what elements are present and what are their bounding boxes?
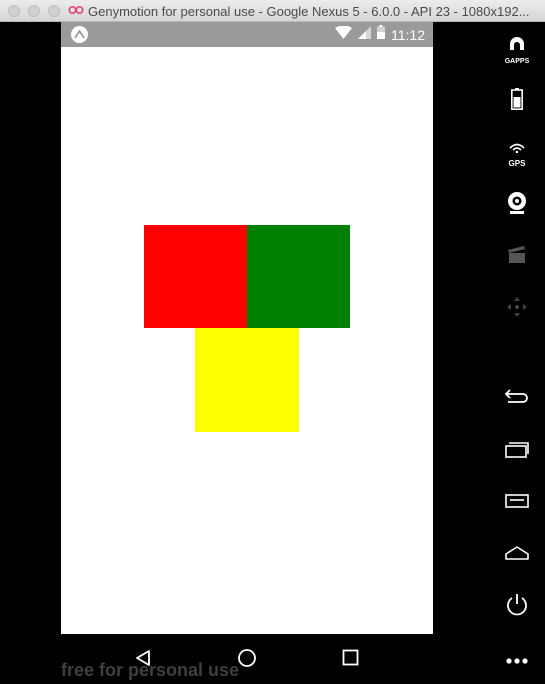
status-time: 11:12 (391, 26, 425, 43)
genymotion-toolbar: GAPPS GPS (433, 22, 545, 684)
home-icon (504, 544, 530, 567)
gps-label: GPS (508, 159, 526, 168)
gps-button[interactable]: GPS (497, 140, 537, 168)
window-titlebar: Genymotion for personal use - Google Nex… (0, 0, 545, 22)
wifi-icon (335, 25, 352, 44)
green-box (247, 225, 350, 328)
device-menu-button[interactable] (497, 492, 537, 515)
home-icon (237, 648, 257, 673)
watermark-text: free for personal use (61, 660, 240, 680)
genymotion-logo-icon (68, 2, 84, 20)
minimize-window-button[interactable] (28, 5, 40, 17)
battery-button[interactable] (497, 88, 537, 115)
nav-recents-button[interactable] (338, 648, 362, 672)
zoom-window-button[interactable] (48, 5, 60, 17)
dpad-button[interactable] (497, 296, 537, 323)
yellow-box (195, 328, 299, 432)
gps-icon (508, 140, 526, 158)
screencast-button[interactable] (497, 244, 537, 269)
more-icon (505, 652, 529, 670)
cell-signal-icon (358, 25, 371, 44)
recent-apps-icon (504, 440, 530, 463)
android-status-bar: 11:12 (61, 22, 433, 47)
device-screen[interactable]: 11:12 (61, 22, 433, 634)
power-icon (505, 592, 529, 623)
battery-icon (511, 88, 523, 115)
back-icon (504, 387, 530, 410)
clapper-icon (507, 244, 527, 269)
gapps-icon (507, 36, 527, 57)
device-back-button[interactable] (497, 387, 537, 410)
gapps-button[interactable]: GAPPS (497, 36, 537, 65)
app-notification-icon (71, 26, 88, 43)
battery-status-icon (377, 25, 385, 44)
gapps-label: GAPPS (504, 58, 530, 65)
device-power-button[interactable] (497, 592, 537, 623)
recents-icon (342, 649, 359, 671)
device-home-button[interactable] (497, 544, 537, 567)
webcam-button[interactable] (497, 191, 537, 220)
close-window-button[interactable] (8, 5, 20, 17)
webcam-icon (506, 191, 528, 220)
menu-icon (504, 492, 530, 515)
device-recent-apps-button[interactable] (497, 440, 537, 463)
more-options-button[interactable] (497, 652, 537, 670)
window-title: Genymotion for personal use - Google Nex… (88, 3, 530, 19)
red-box (144, 225, 247, 328)
dpad-icon (506, 296, 528, 323)
